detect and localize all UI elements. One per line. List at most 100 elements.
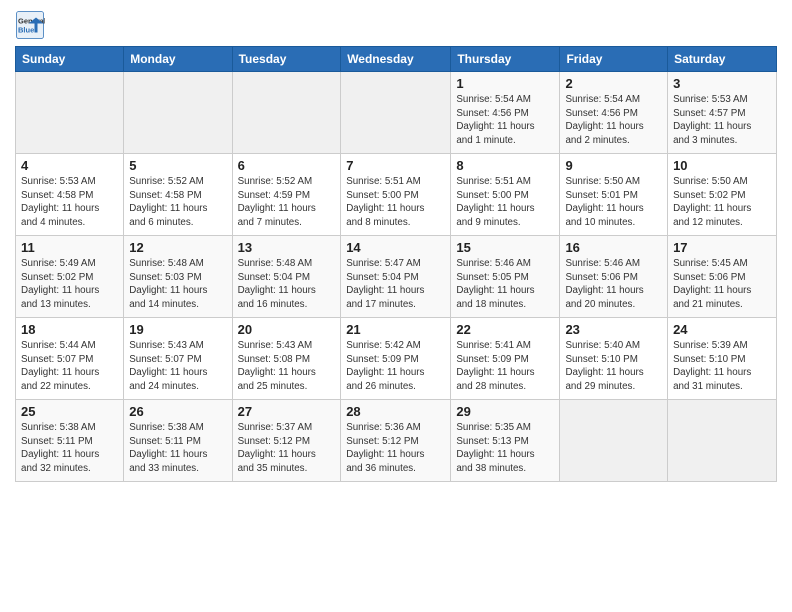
day-header-saturday: Saturday <box>668 47 777 72</box>
day-header-friday: Friday <box>560 47 668 72</box>
day-number: 3 <box>673 76 771 91</box>
day-info: Sunrise: 5:48 AM Sunset: 5:03 PM Dayligh… <box>129 257 226 312</box>
day-number: 25 <box>21 404 118 419</box>
day-info: Sunrise: 5:46 AM Sunset: 5:06 PM Dayligh… <box>565 257 662 312</box>
day-info: Sunrise: 5:54 AM Sunset: 4:56 PM Dayligh… <box>565 93 662 148</box>
day-info: Sunrise: 5:39 AM Sunset: 5:10 PM Dayligh… <box>673 339 771 394</box>
svg-text:Blue: Blue <box>18 26 34 35</box>
logo: General Blue <box>15 10 49 40</box>
day-number: 15 <box>456 240 554 255</box>
calendar-cell: 14 Sunrise: 5:47 AM Sunset: 5:04 PM Dayli… <box>341 236 451 318</box>
calendar-week-2: 4 Sunrise: 5:53 AM Sunset: 4:58 PM Daylig… <box>16 154 777 236</box>
calendar-cell: 18 Sunrise: 5:44 AM Sunset: 5:07 PM Dayli… <box>16 318 124 400</box>
day-info: Sunrise: 5:35 AM Sunset: 5:13 PM Dayligh… <box>456 421 554 476</box>
calendar-week-1: 1 Sunrise: 5:54 AM Sunset: 4:56 PM Daylig… <box>16 72 777 154</box>
day-info: Sunrise: 5:50 AM Sunset: 5:02 PM Dayligh… <box>673 175 771 230</box>
day-number: 12 <box>129 240 226 255</box>
header: General Blue <box>15 10 777 40</box>
calendar-cell: 25 Sunrise: 5:38 AM Sunset: 5:11 PM Dayli… <box>16 400 124 482</box>
calendar-table: SundayMondayTuesdayWednesdayThursdayFrid… <box>15 46 777 482</box>
day-info: Sunrise: 5:38 AM Sunset: 5:11 PM Dayligh… <box>21 421 118 476</box>
day-number: 19 <box>129 322 226 337</box>
calendar-cell: 27Sunrise: 5:37 AM Sunset: 5:12 PM Dayli… <box>232 400 341 482</box>
day-number: 5 <box>129 158 226 173</box>
day-number: 1 <box>456 76 554 91</box>
day-number: 20 <box>238 322 336 337</box>
day-info: Sunrise: 5:41 AM Sunset: 5:09 PM Dayligh… <box>456 339 554 394</box>
calendar-cell: 22 Sunrise: 5:41 AM Sunset: 5:09 PM Dayli… <box>451 318 560 400</box>
day-number: 14 <box>346 240 445 255</box>
calendar-cell: 15Sunrise: 5:46 AM Sunset: 5:05 PM Dayli… <box>451 236 560 318</box>
day-header-wednesday: Wednesday <box>341 47 451 72</box>
day-info: Sunrise: 5:43 AM Sunset: 5:07 PM Dayligh… <box>129 339 226 394</box>
calendar-cell: 16 Sunrise: 5:46 AM Sunset: 5:06 PM Dayli… <box>560 236 668 318</box>
calendar-cell <box>124 72 232 154</box>
day-header-thursday: Thursday <box>451 47 560 72</box>
calendar-cell <box>668 400 777 482</box>
day-number: 8 <box>456 158 554 173</box>
day-info: Sunrise: 5:52 AM Sunset: 4:58 PM Dayligh… <box>129 175 226 230</box>
day-info: Sunrise: 5:53 AM Sunset: 4:57 PM Dayligh… <box>673 93 771 148</box>
day-info: Sunrise: 5:38 AM Sunset: 5:11 PM Dayligh… <box>129 421 226 476</box>
calendar-cell: 11 Sunrise: 5:49 AM Sunset: 5:02 PM Dayli… <box>16 236 124 318</box>
calendar-cell: 3 Sunrise: 5:53 AM Sunset: 4:57 PM Daylig… <box>668 72 777 154</box>
day-number: 4 <box>21 158 118 173</box>
day-number: 2 <box>565 76 662 91</box>
day-header-tuesday: Tuesday <box>232 47 341 72</box>
calendar-cell: 26 Sunrise: 5:38 AM Sunset: 5:11 PM Dayli… <box>124 400 232 482</box>
calendar-cell <box>16 72 124 154</box>
day-info: Sunrise: 5:43 AM Sunset: 5:08 PM Dayligh… <box>238 339 336 394</box>
calendar-cell: 13Sunrise: 5:48 AM Sunset: 5:04 PM Dayli… <box>232 236 341 318</box>
calendar-cell: 20 Sunrise: 5:43 AM Sunset: 5:08 PM Dayli… <box>232 318 341 400</box>
calendar-cell: 24 Sunrise: 5:39 AM Sunset: 5:10 PM Dayli… <box>668 318 777 400</box>
calendar-header-row: SundayMondayTuesdayWednesdayThursdayFrid… <box>16 47 777 72</box>
calendar-week-4: 18 Sunrise: 5:44 AM Sunset: 5:07 PM Dayli… <box>16 318 777 400</box>
calendar-cell: 29 Sunrise: 5:35 AM Sunset: 5:13 PM Dayli… <box>451 400 560 482</box>
calendar-cell: 10 Sunrise: 5:50 AM Sunset: 5:02 PM Dayli… <box>668 154 777 236</box>
day-number: 23 <box>565 322 662 337</box>
calendar-cell: 4 Sunrise: 5:53 AM Sunset: 4:58 PM Daylig… <box>16 154 124 236</box>
day-info: Sunrise: 5:50 AM Sunset: 5:01 PM Dayligh… <box>565 175 662 230</box>
day-number: 16 <box>565 240 662 255</box>
day-info: Sunrise: 5:49 AM Sunset: 5:02 PM Dayligh… <box>21 257 118 312</box>
calendar-week-5: 25 Sunrise: 5:38 AM Sunset: 5:11 PM Dayli… <box>16 400 777 482</box>
day-number: 24 <box>673 322 771 337</box>
svg-text:General: General <box>18 17 45 26</box>
day-info: Sunrise: 5:53 AM Sunset: 4:58 PM Dayligh… <box>21 175 118 230</box>
calendar-cell: 19 Sunrise: 5:43 AM Sunset: 5:07 PM Dayli… <box>124 318 232 400</box>
day-number: 29 <box>456 404 554 419</box>
day-number: 7 <box>346 158 445 173</box>
calendar-cell: 17Sunrise: 5:45 AM Sunset: 5:06 PM Dayli… <box>668 236 777 318</box>
page-container: General Blue SundayMondayTuesdayWednesda… <box>0 0 792 487</box>
logo-icon: General Blue <box>15 10 45 40</box>
day-info: Sunrise: 5:52 AM Sunset: 4:59 PM Dayligh… <box>238 175 336 230</box>
day-number: 13 <box>238 240 336 255</box>
day-info: Sunrise: 5:54 AM Sunset: 4:56 PM Dayligh… <box>456 93 554 148</box>
day-number: 10 <box>673 158 771 173</box>
day-number: 22 <box>456 322 554 337</box>
calendar-cell: 1 Sunrise: 5:54 AM Sunset: 4:56 PM Daylig… <box>451 72 560 154</box>
day-number: 26 <box>129 404 226 419</box>
day-info: Sunrise: 5:51 AM Sunset: 5:00 PM Dayligh… <box>346 175 445 230</box>
day-info: Sunrise: 5:47 AM Sunset: 5:04 PM Dayligh… <box>346 257 445 312</box>
day-number: 18 <box>21 322 118 337</box>
calendar-cell: 7 Sunrise: 5:51 AM Sunset: 5:00 PM Daylig… <box>341 154 451 236</box>
day-info: Sunrise: 5:44 AM Sunset: 5:07 PM Dayligh… <box>21 339 118 394</box>
calendar-cell: 6 Sunrise: 5:52 AM Sunset: 4:59 PM Daylig… <box>232 154 341 236</box>
calendar-cell: 8Sunrise: 5:51 AM Sunset: 5:00 PM Daylig… <box>451 154 560 236</box>
day-number: 6 <box>238 158 336 173</box>
calendar-cell: 28Sunrise: 5:36 AM Sunset: 5:12 PM Dayli… <box>341 400 451 482</box>
day-number: 11 <box>21 240 118 255</box>
calendar-cell: 23 Sunrise: 5:40 AM Sunset: 5:10 PM Dayli… <box>560 318 668 400</box>
calendar-cell: 2 Sunrise: 5:54 AM Sunset: 4:56 PM Daylig… <box>560 72 668 154</box>
calendar-cell <box>560 400 668 482</box>
calendar-cell <box>341 72 451 154</box>
day-info: Sunrise: 5:45 AM Sunset: 5:06 PM Dayligh… <box>673 257 771 312</box>
calendar-cell: 12 Sunrise: 5:48 AM Sunset: 5:03 PM Dayli… <box>124 236 232 318</box>
day-number: 9 <box>565 158 662 173</box>
day-info: Sunrise: 5:40 AM Sunset: 5:10 PM Dayligh… <box>565 339 662 394</box>
day-info: Sunrise: 5:37 AM Sunset: 5:12 PM Dayligh… <box>238 421 336 476</box>
calendar-cell: 21Sunrise: 5:42 AM Sunset: 5:09 PM Dayli… <box>341 318 451 400</box>
day-header-sunday: Sunday <box>16 47 124 72</box>
calendar-cell <box>232 72 341 154</box>
